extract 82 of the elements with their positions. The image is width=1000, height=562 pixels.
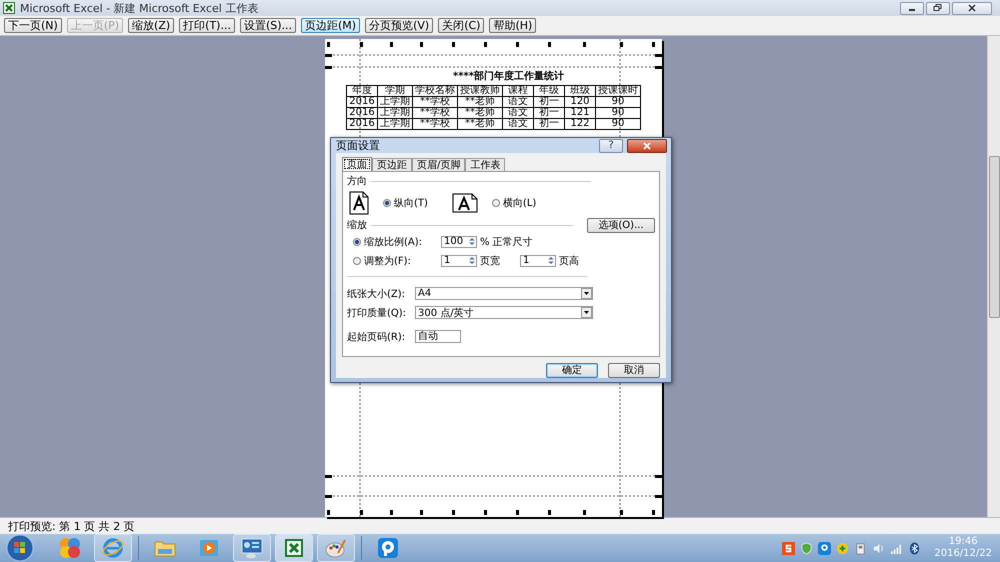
status-text: 打印预览: 第 1 页 共 2 页 — [8, 518, 135, 534]
table-cell: 121 — [564, 108, 596, 118]
taskbar-app[interactable] — [233, 534, 271, 562]
spin-arrows-icon[interactable] — [468, 236, 476, 247]
table-cell: 2016 — [346, 118, 378, 130]
spin-arrows-icon[interactable] — [468, 255, 476, 266]
table-cell: 2016 — [346, 108, 378, 118]
spin-field[interactable]: 1 — [520, 254, 556, 266]
volume-icon[interactable] — [872, 542, 886, 554]
toolbar-button[interactable]: 打印(T)... — [179, 18, 235, 33]
field-label: 打印质量(Q): — [347, 306, 408, 320]
minimize-button[interactable] — [900, 2, 924, 14]
toolbar-button[interactable]: 关闭(C) — [438, 18, 484, 33]
table-cell: 90 — [596, 108, 640, 118]
close-button[interactable] — [627, 138, 667, 152]
table-cell: 初一 — [534, 118, 564, 130]
landscape-page-icon — [452, 193, 478, 213]
table-cell: 90 — [596, 96, 640, 108]
taskbar-app[interactable] — [317, 534, 355, 562]
spreadsheet-icon — [282, 536, 306, 560]
dialog-button[interactable]: 确定 — [546, 363, 598, 378]
colored-circles-icon[interactable] — [58, 536, 82, 560]
spin-arrows-icon[interactable] — [547, 255, 555, 266]
browser-icon — [101, 536, 125, 560]
clock-time: 19:46 — [948, 536, 978, 548]
options-button[interactable]: 选项(O)... — [587, 218, 655, 232]
shield-icon[interactable] — [800, 542, 814, 554]
toolbar-button[interactable]: 页边距(M) — [301, 18, 360, 33]
window-title: Microsoft Excel - 新建 Microsoft Excel 工作表 — [20, 0, 260, 16]
taskbar-app[interactable] — [94, 534, 132, 562]
video-player-icon[interactable] — [818, 542, 832, 554]
tab[interactable]: 工作表 — [465, 158, 506, 171]
radio-option[interactable]: 横向(L) — [492, 196, 536, 210]
scrollbar[interactable] — [987, 36, 1000, 517]
tab[interactable]: 页眉/页脚 — [412, 158, 466, 171]
toolbar-button[interactable]: 帮助(H) — [489, 18, 536, 33]
computer-screen-icon — [240, 536, 264, 560]
spin-field[interactable]: 1 — [441, 254, 477, 266]
toolbar-button[interactable]: 下一页(N) — [4, 18, 62, 33]
bluetooth-icon[interactable] — [908, 542, 922, 554]
radio-option[interactable]: 调整为(F): — [353, 254, 437, 268]
tab[interactable]: 页边距 — [372, 158, 412, 171]
table-cell: 初一 — [534, 108, 564, 118]
field-label: % 正常尺寸 — [480, 236, 533, 248]
sheet-title: ****部门年度工作量统计 — [452, 71, 565, 83]
section-heading: 方向 — [347, 174, 367, 188]
field-label: 起始页码(R): — [347, 330, 406, 344]
input-method-icon[interactable] — [782, 542, 796, 554]
restore-button[interactable] — [926, 2, 950, 14]
spreadsheet-icon — [3, 2, 15, 14]
table-cell: 120 — [564, 96, 596, 108]
section-heading: 缩放 — [347, 218, 367, 232]
help-button[interactable]: ? — [599, 138, 623, 152]
radio-option[interactable]: 纵向(T) — [383, 196, 428, 210]
input-field[interactable]: 自动 — [415, 330, 461, 343]
field-label: 页宽 — [480, 254, 501, 268]
close-icon — [967, 4, 977, 12]
spin-field[interactable]: 100 — [441, 236, 477, 248]
table-cell: 90 — [596, 118, 640, 130]
field-label: 页高 — [559, 254, 579, 268]
table-cell: 122 — [564, 118, 596, 130]
table-cell: 初一 — [534, 96, 564, 108]
toolbar-button[interactable]: 设置(S)... — [240, 18, 296, 33]
dropdown[interactable]: 300 点/英寸 — [415, 306, 593, 319]
radio-option[interactable]: 缩放比例(A): — [353, 234, 437, 248]
dropdown[interactable]: A4 — [415, 287, 593, 300]
video-player-icon[interactable] — [376, 536, 400, 560]
taskbar-app[interactable] — [275, 534, 313, 562]
close-icon — [642, 142, 652, 150]
toolbar-button[interactable]: 分页预览(V) — [365, 18, 434, 33]
dialog-title: 页面设置 — [336, 138, 381, 153]
table-cell: 2016 — [346, 96, 378, 108]
toolbar-button[interactable]: 缩放(Z) — [128, 18, 174, 33]
plus-circle-icon[interactable] — [836, 542, 850, 554]
start-button[interactable] — [6, 534, 34, 562]
field-label: 纸张大小(Z): — [347, 288, 406, 300]
close-button[interactable] — [952, 2, 992, 14]
portrait-page-icon — [349, 191, 369, 215]
restore-icon — [933, 4, 943, 12]
dialog-button[interactable]: 取消 — [608, 363, 660, 378]
clock-date: 2016/12/22 — [934, 548, 992, 560]
device-icon[interactable] — [854, 542, 868, 554]
